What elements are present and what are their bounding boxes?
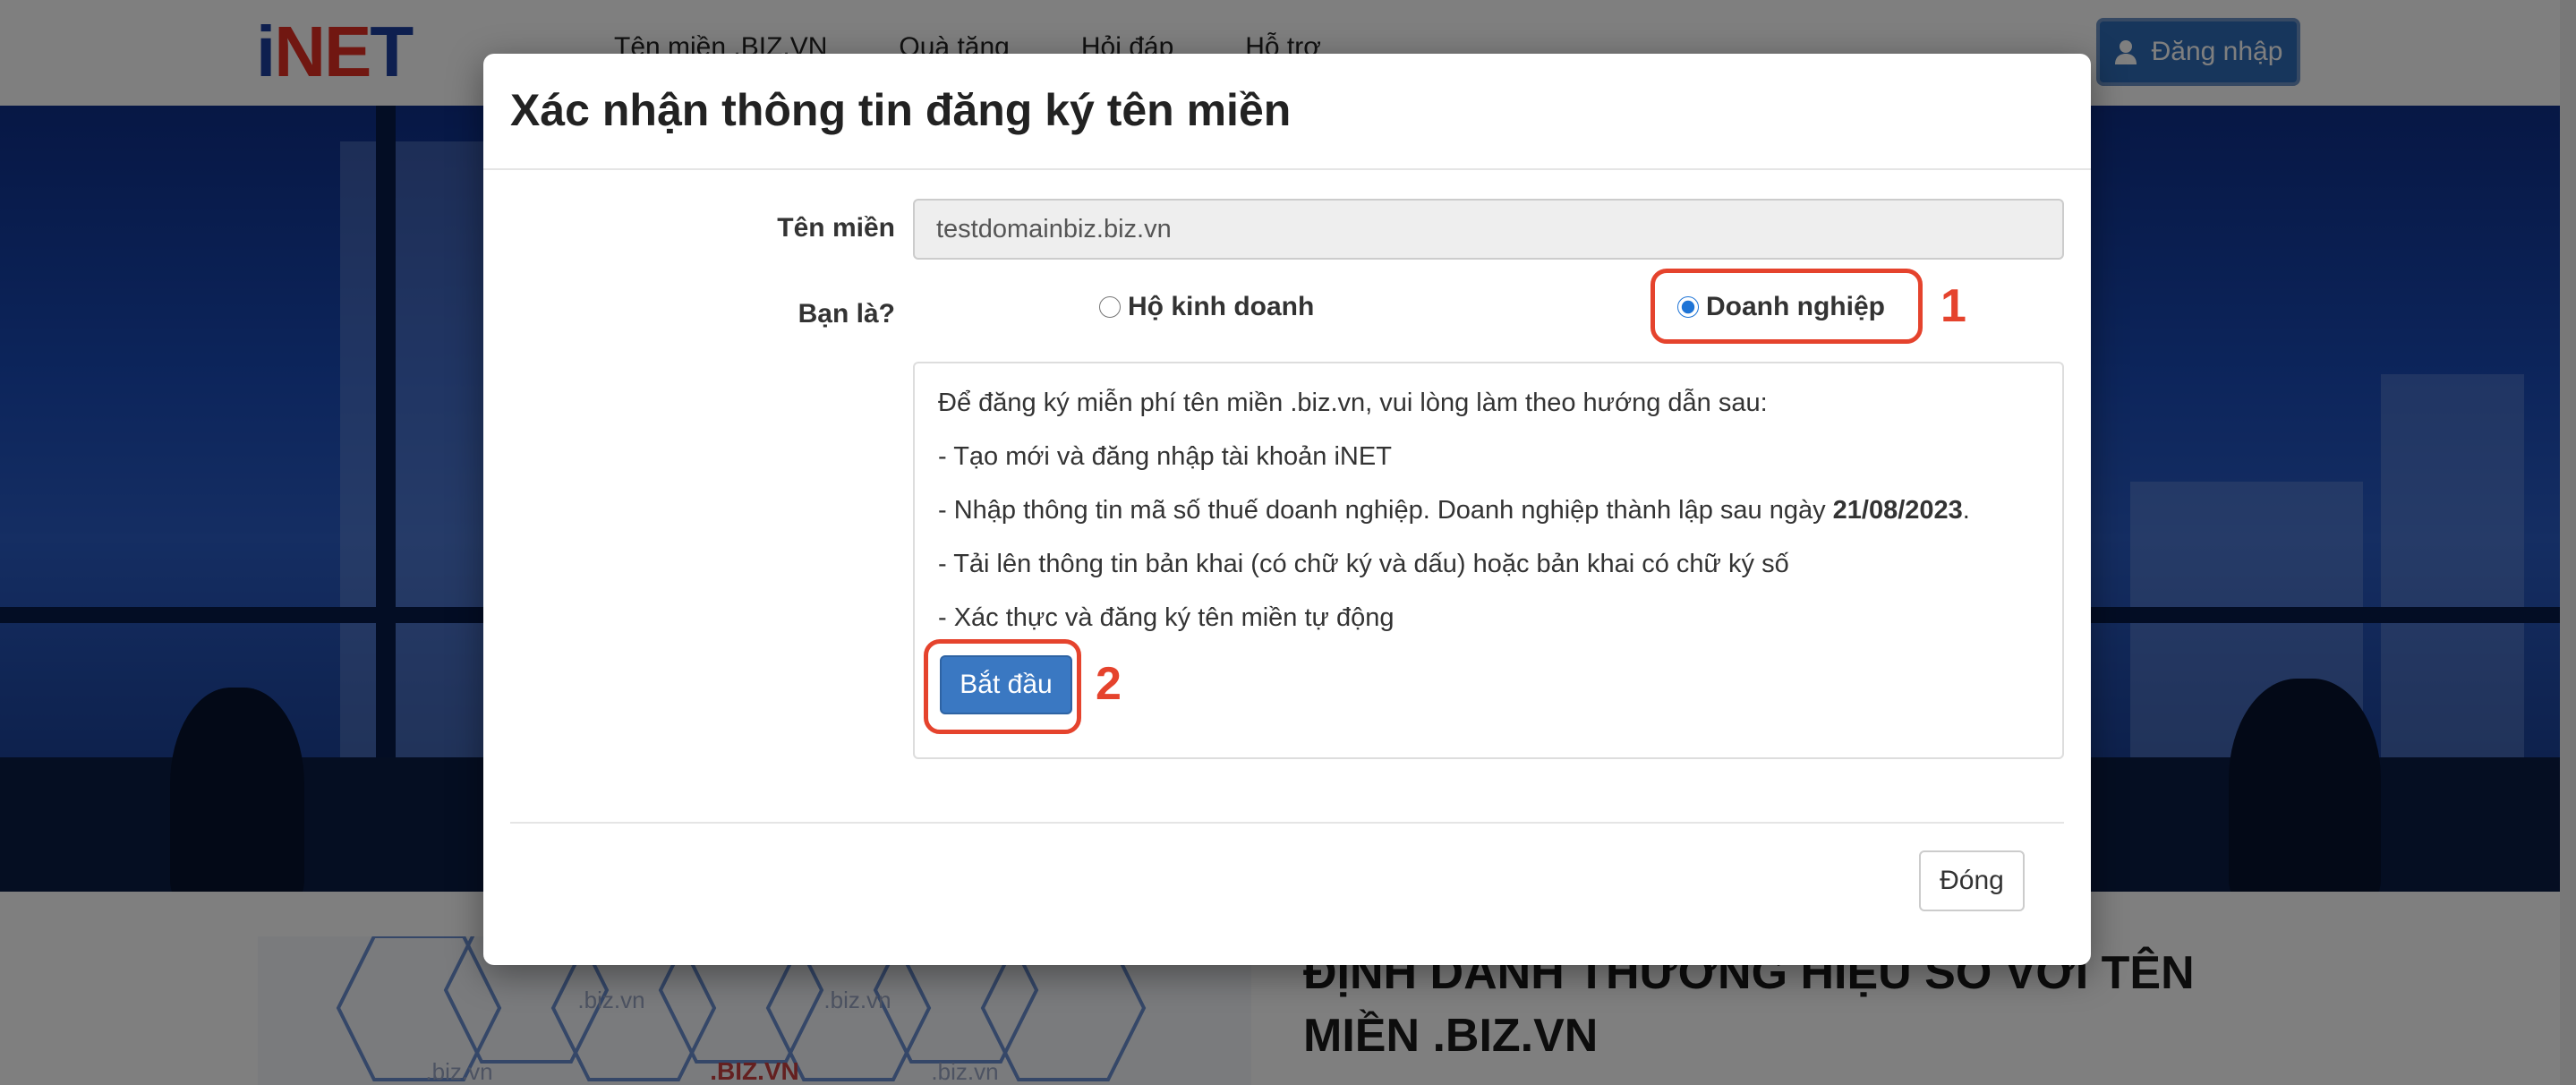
modal-header: Xác nhận thông tin đăng ký tên miền [483, 54, 2091, 170]
role-label: Bạn là? [798, 299, 895, 329]
radio-ho-kinh-doanh-label: Hộ kinh doanh [1128, 292, 1315, 321]
radio-ho-kinh-doanh[interactable]: Hộ kinh doanh [1099, 292, 1314, 322]
instruction-step: - Tạo mới và đăng nhập tài khoản iNET [938, 442, 1392, 471]
modal-title: Xác nhận thông tin đăng ký tên miền [510, 85, 1292, 135]
instruction-step-suffix: . [1962, 496, 1970, 525]
domain-label: Tên miền [777, 213, 895, 243]
instruction-step: - Xác thực và đăng ký tên miền tự động [938, 603, 1395, 632]
instruction-step: - Nhập thông tin mã số thuế doanh nghiệp… [938, 496, 1970, 525]
domain-input[interactable] [913, 199, 2064, 260]
instruction-step-text: - Nhập thông tin mã số thuế doanh nghiệp… [938, 496, 1833, 525]
annotation-box-1 [1651, 269, 1923, 344]
domain-confirm-modal: Xác nhận thông tin đăng ký tên miền Tên … [483, 54, 2091, 965]
close-button[interactable]: Đóng [1919, 850, 2025, 911]
instruction-date: 21/08/2023 [1832, 496, 1963, 525]
instruction-step: - Tải lên thông tin bản khai (có chữ ký … [938, 550, 1789, 578]
instructions-box: Để đăng ký miễn phí tên miền .biz.vn, vu… [913, 362, 2064, 759]
annotation-number-1: 1 [1941, 280, 1966, 332]
annotation-box-2 [924, 639, 1081, 734]
instruction-intro: Để đăng ký miễn phí tên miền .biz.vn, vu… [938, 389, 1768, 417]
modal-footer-divider [510, 822, 2064, 824]
annotation-number-2: 2 [1096, 658, 1122, 710]
radio-ho-kinh-doanh-input[interactable] [1099, 296, 1121, 318]
